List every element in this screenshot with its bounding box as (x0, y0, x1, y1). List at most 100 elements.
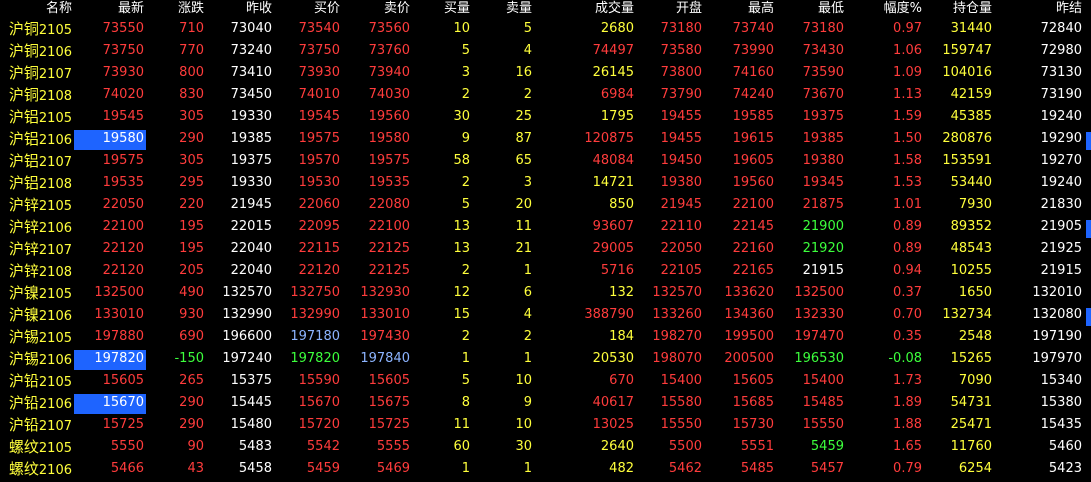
contract-name-cell[interactable]: 沪锡2105 (0, 326, 72, 350)
table-row[interactable]: 沪铜2105 73550 710 73040 73540 73560 10 5 2680 7318… (0, 18, 1091, 40)
prev-close-cell: 73240 (230, 43, 272, 58)
high-price-cell: 5551 (740, 439, 774, 454)
table-row[interactable]: 沪锡2105 197880 690 196600 197180 197430 2 2 184 19… (0, 326, 1091, 348)
table-row[interactable]: 沪镍2106 133010 930 132990 132990 133010 15 4 3887… (0, 304, 1091, 326)
header-open-interest[interactable]: 持仓量 (926, 0, 992, 18)
ask-price-cell: 73560 (368, 21, 410, 36)
table-row[interactable]: 沪铝2108 19535 295 19330 19530 19535 2 3 14721 1938… (0, 172, 1091, 194)
change-cell: 930 (179, 307, 204, 322)
table-row[interactable]: 沪铅2105 15605 265 15375 15590 15605 5 10 670 15400… (0, 370, 1091, 392)
contract-month: 2107 (38, 419, 72, 434)
contract-month: 2106 (38, 397, 72, 412)
contract-symbol: 沪铜 (8, 20, 39, 38)
table-row[interactable]: 沪锡2106 197820 -150 197240 197820 197840 1 1 2053… (0, 348, 1091, 370)
contract-name-cell[interactable]: 沪镍2106 (0, 304, 72, 328)
table-row[interactable]: 沪铝2106 19580 290 19385 19575 19580 9 87 120875 19… (0, 128, 1091, 150)
table-row[interactable]: 沪锌2108 22120 205 22040 22120 22125 2 1 5716 22105… (0, 260, 1091, 282)
header-low[interactable]: 最低 (776, 0, 844, 18)
header-bid-volume[interactable]: 买量 (414, 0, 470, 18)
pct-change-cell: 0.97 (893, 21, 922, 36)
header-bid[interactable]: 买价 (276, 0, 340, 18)
header-ask[interactable]: 卖价 (346, 0, 410, 18)
table-row[interactable]: 沪锌2107 22120 195 22040 22115 22125 13 21 29005 22… (0, 238, 1091, 260)
open-price-cell: 22105 (660, 263, 702, 278)
table-row[interactable]: 螺纹2106 5466 43 5458 5459 5469 1 1 482 5462 5485 545… (0, 458, 1091, 480)
open-interest-cell: 2548 (958, 329, 992, 344)
contract-symbol: 沪铅 (8, 372, 39, 390)
ask-price-cell: 73940 (368, 65, 410, 80)
bid-price-cell: 22095 (298, 219, 340, 234)
contract-name-cell[interactable]: 螺纹2105 (0, 436, 72, 460)
low-price-cell: 73430 (802, 43, 844, 58)
open-interest-cell: 48543 (950, 241, 992, 256)
ask-price-cell: 19560 (368, 109, 410, 124)
header-volume[interactable]: 成交量 (548, 0, 634, 18)
header-prev-settle[interactable]: 昨结 (996, 0, 1082, 18)
pct-change-cell: 1.06 (893, 43, 922, 58)
table-row[interactable]: 沪铝2105 19545 305 19330 19545 19560 30 25 1795 194… (0, 106, 1091, 128)
prev-close-cell: 22015 (230, 219, 272, 234)
contract-name-cell[interactable]: 螺纹2106 (0, 458, 72, 482)
table-row[interactable]: 沪镍2105 132500 490 132570 132750 132930 12 6 132 1… (0, 282, 1091, 304)
header-ask-volume[interactable]: 卖量 (474, 0, 532, 18)
contract-name-cell[interactable]: 沪锌2105 (0, 194, 72, 218)
open-interest-cell: 132734 (942, 307, 992, 322)
prev-close-cell: 15445 (230, 395, 272, 410)
header-name[interactable]: 名称 (0, 0, 72, 18)
prev-close-cell: 15375 (230, 373, 272, 388)
bid-price-cell: 19530 (298, 175, 340, 190)
contract-name-cell[interactable]: 沪铜2107 (0, 62, 72, 86)
bid-volume-cell: 1 (461, 461, 470, 476)
high-price-cell: 73740 (732, 21, 774, 36)
table-row[interactable]: 沪铝2107 19575 305 19375 19570 19575 58 65 48084 19… (0, 150, 1091, 172)
contract-name-cell[interactable]: 沪锌2108 (0, 260, 72, 284)
table-row[interactable]: 螺纹2105 5550 90 5483 5542 5555 60 30 2640 5500 5551… (0, 436, 1091, 458)
header-high[interactable]: 最高 (706, 0, 774, 18)
last-price-cell: 22120 (102, 263, 144, 278)
bid-volume-cell: 13 (453, 241, 470, 256)
table-row[interactable]: 沪铜2107 73930 800 73410 73930 73940 3 16 26145 738… (0, 62, 1091, 84)
ask-volume-cell: 11 (515, 219, 532, 234)
table-row[interactable]: 沪铅2107 15725 290 15480 15720 15725 11 10 13025 15… (0, 414, 1091, 436)
high-price-cell: 19585 (732, 109, 774, 124)
table-row[interactable]: 沪锌2106 22100 195 22015 22095 22100 13 11 93607 22… (0, 216, 1091, 238)
ask-price-cell: 22080 (368, 197, 410, 212)
contract-symbol: 沪锌 (8, 240, 39, 258)
bid-price-cell: 22060 (298, 197, 340, 212)
bid-volume-cell: 2 (461, 175, 470, 190)
contract-name-cell[interactable]: 沪锌2107 (0, 238, 72, 262)
header-prev-close[interactable]: 昨收 (208, 0, 272, 18)
header-open[interactable]: 开盘 (636, 0, 702, 18)
bid-price-cell: 73930 (298, 65, 340, 80)
header-pct[interactable]: 幅度% (848, 0, 922, 18)
prev-close-cell: 19385 (230, 131, 272, 146)
contract-name-cell[interactable]: 沪铝2106 (0, 128, 72, 152)
open-interest-cell: 53440 (950, 175, 992, 190)
table-row[interactable]: 沪锌2105 22050 220 21945 22060 22080 5 20 850 21945… (0, 194, 1091, 216)
bid-price-cell: 19545 (298, 109, 340, 124)
ask-price-cell: 22125 (368, 241, 410, 256)
pct-change-cell: 1.88 (893, 417, 922, 432)
bid-price-cell: 15670 (298, 395, 340, 410)
contract-name-cell[interactable]: 沪铝2105 (0, 106, 72, 130)
contract-name-cell[interactable]: 沪锡2106 (0, 348, 72, 372)
table-row[interactable]: 沪铜2106 73750 770 73240 73750 73760 5 4 74497 7358… (0, 40, 1091, 62)
contract-name-cell[interactable]: 沪铅2105 (0, 370, 72, 394)
header-last[interactable]: 最新 (80, 0, 144, 18)
contract-name-cell[interactable]: 沪铝2107 (0, 150, 72, 174)
contract-name-cell[interactable]: 沪铜2108 (0, 84, 72, 108)
table-row[interactable]: 沪铅2106 15670 290 15445 15670 15675 8 9 40617 1558… (0, 392, 1091, 414)
ask-volume-cell: 20 (515, 197, 532, 212)
contract-name-cell[interactable]: 沪铜2106 (0, 40, 72, 64)
contract-name-cell[interactable]: 沪镍2105 (0, 282, 72, 306)
contract-name-cell[interactable]: 沪铅2107 (0, 414, 72, 438)
contract-name-cell[interactable]: 沪铜2105 (0, 18, 72, 42)
last-price-cell: 19545 (102, 109, 144, 124)
contract-name-cell[interactable]: 沪铅2106 (0, 392, 72, 416)
header-change[interactable]: 涨跌 (148, 0, 204, 18)
contract-name-cell[interactable]: 沪铝2108 (0, 172, 72, 196)
futures-quote-table: 名称 最新 涨跌 昨收 买价 卖价 买量 卖量 成交量 开盘 最高 最低 幅度%… (0, 0, 1091, 480)
contract-name-cell[interactable]: 沪锌2106 (0, 216, 72, 240)
contract-month: 2105 (38, 375, 72, 390)
table-row[interactable]: 沪铜2108 74020 830 73450 74010 74030 2 2 6984 73790… (0, 84, 1091, 106)
